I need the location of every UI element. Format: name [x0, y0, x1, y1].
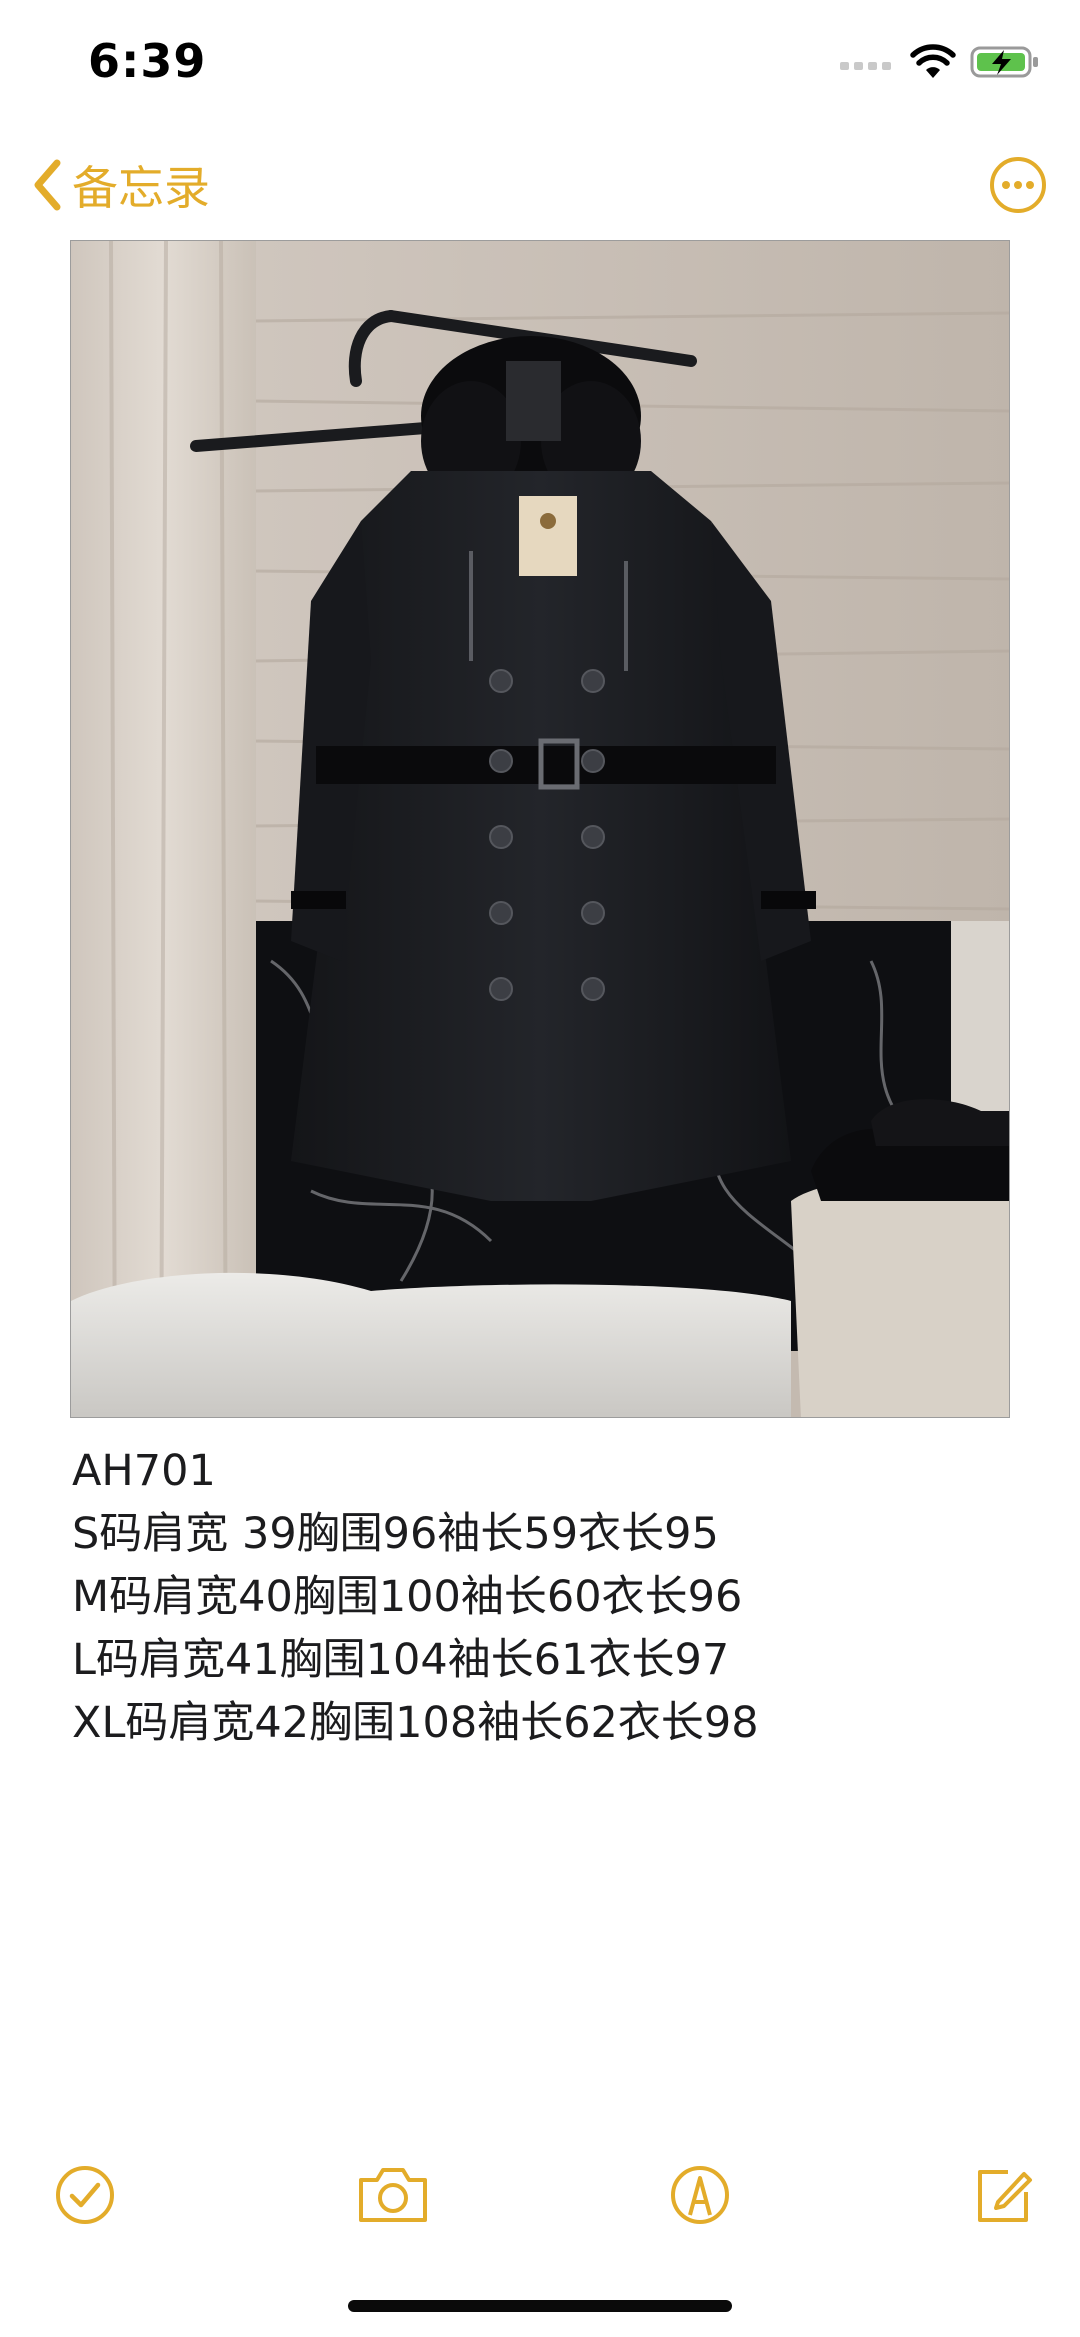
cellular-signal-icon [840, 62, 891, 70]
note-line-size-m: M码肩宽40胸围100袖长60衣长96 [72, 1572, 743, 1622]
bottom-toolbar [0, 2150, 1080, 2240]
camera-icon[interactable] [355, 2160, 431, 2230]
back-label: 备忘录 [72, 161, 210, 215]
home-indicator [348, 2300, 732, 2312]
status-icons [840, 44, 1040, 80]
coat-photo-illustration [71, 241, 1009, 1417]
chevron-left-icon [34, 159, 61, 211]
checklist-icon[interactable] [50, 2160, 120, 2230]
compose-icon[interactable] [968, 2160, 1038, 2230]
markup-pen-icon[interactable] [665, 2160, 735, 2230]
note-body[interactable]: AH701 S码肩宽 39胸围96袖长59衣长95 M码肩宽40胸围100袖长6… [72, 1440, 1012, 1755]
note-photo[interactable] [70, 240, 1010, 1418]
battery-charging-icon [970, 46, 1038, 78]
note-line-size-s: S码肩宽 39胸围96袖长59衣长95 [72, 1509, 719, 1559]
note-line-code: AH701 [72, 1446, 216, 1496]
note-line-size-l: L码肩宽41胸围104袖长61衣长97 [72, 1635, 730, 1685]
more-options-button[interactable] [988, 155, 1048, 215]
note-line-size-xl: XL码肩宽42胸围108袖长62衣长98 [72, 1698, 759, 1748]
status-bar: 6:39 [0, 0, 1080, 130]
status-time: 6:39 [88, 34, 207, 88]
back-button[interactable]: 备忘录 [30, 152, 210, 218]
wifi-icon [910, 44, 956, 78]
nav-bar: 备忘录 [0, 130, 1080, 240]
